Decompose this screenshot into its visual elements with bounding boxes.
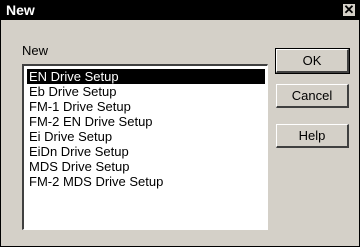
list-item[interactable]: FM-2 MDS Drive Setup [27,174,265,189]
help-button[interactable]: Help [276,124,349,148]
list-item[interactable]: Eb Drive Setup [27,84,265,99]
list-label: New [22,43,49,58]
cancel-button[interactable]: Cancel [276,84,349,108]
list-item[interactable]: FM-1 Drive Setup [27,99,265,114]
title-bar[interactable]: New ✕ [1,1,359,20]
close-button[interactable]: ✕ [342,2,356,17]
list-item[interactable]: EN Drive Setup [27,69,265,84]
list-item[interactable]: EiDn Drive Setup [27,144,265,159]
window-title: New [6,2,35,18]
list-item[interactable]: Ei Drive Setup [27,129,265,144]
ok-button[interactable]: OK [275,48,350,74]
list-item[interactable]: MDS Drive Setup [27,159,265,174]
drive-setup-listbox[interactable]: EN Drive Setup Eb Drive Setup FM-1 Drive… [22,64,268,230]
list-item[interactable]: FM-2 EN Drive Setup [27,114,265,129]
close-icon: ✕ [343,2,355,17]
new-dialog: New ✕ New EN Drive Setup Eb Drive Setup … [0,0,360,247]
